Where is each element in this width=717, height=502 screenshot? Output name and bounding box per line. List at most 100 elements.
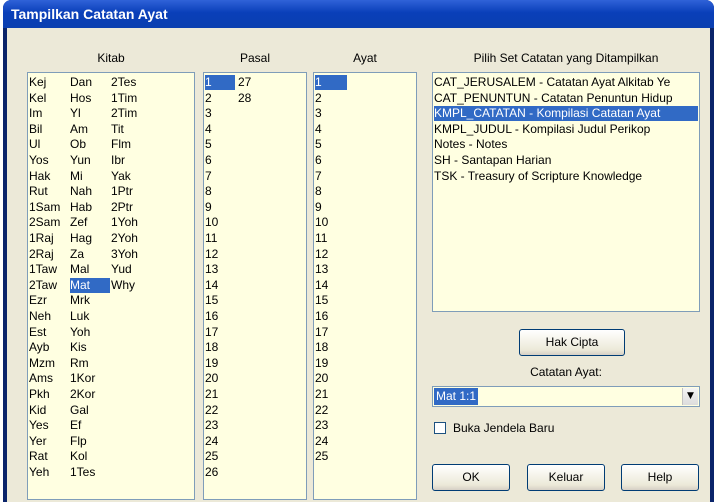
pasal-item[interactable]: 19 bbox=[205, 356, 235, 371]
ayat-item[interactable]: 24 bbox=[315, 434, 347, 449]
kitab-item[interactable]: Zef bbox=[70, 215, 110, 230]
help-button[interactable]: Help bbox=[621, 464, 699, 491]
catatan-set-item[interactable]: KMPL_JUDUL - Kompilasi Judul Perikop bbox=[434, 122, 698, 137]
pasal-item[interactable]: 18 bbox=[205, 340, 235, 355]
kitab-item[interactable]: Yes bbox=[29, 418, 68, 433]
catatan-set-list[interactable]: CAT_JERUSALEM - Catatan Ayat Alkitab Ye C… bbox=[432, 72, 700, 312]
ayat-item[interactable]: 14 bbox=[315, 278, 347, 293]
ayat-item[interactable]: 12 bbox=[315, 247, 347, 262]
catatan-set-item[interactable]: SH - Santapan Harian bbox=[434, 153, 698, 168]
kitab-item[interactable]: Hag bbox=[70, 231, 110, 246]
kitab-item[interactable]: Kej bbox=[29, 75, 68, 90]
ayat-item[interactable]: 6 bbox=[315, 153, 347, 168]
kitab-item[interactable]: 1Yoh bbox=[111, 215, 151, 230]
ayat-item[interactable]: 2 bbox=[315, 91, 347, 106]
kitab-item[interactable]: 2Tim bbox=[111, 106, 151, 121]
ayat-item[interactable]: 9 bbox=[315, 200, 347, 215]
buka-jendela-checkbox[interactable] bbox=[434, 422, 446, 434]
kitab-item[interactable]: Hos bbox=[70, 91, 110, 106]
kitab-item[interactable]: 2Taw bbox=[29, 278, 68, 293]
ok-button[interactable]: OK bbox=[432, 464, 510, 491]
pasal-list[interactable]: 1 2 3 4 5 6 7 8 9 10 11 12 13 14 15 16 17 18 19 20 21 22 23 24 2… bbox=[203, 72, 307, 500]
pasal-item[interactable]: 5 bbox=[205, 137, 235, 152]
pasal-item[interactable]: 24 bbox=[205, 434, 235, 449]
pasal-item[interactable]: 27 bbox=[238, 75, 268, 90]
pasal-item[interactable]: 1 bbox=[205, 75, 235, 90]
kitab-item[interactable]: Za bbox=[70, 247, 110, 262]
catatan-set-item[interactable]: CAT_PENUNTUN - Catatan Penuntun Hidup bbox=[434, 91, 698, 106]
kitab-item[interactable]: Yoh bbox=[70, 325, 110, 340]
pasal-item[interactable]: 6 bbox=[205, 153, 235, 168]
pasal-item[interactable]: 16 bbox=[205, 309, 235, 324]
ayat-item[interactable]: 10 bbox=[315, 215, 347, 230]
kitab-item[interactable]: Nah bbox=[70, 184, 110, 199]
pasal-item[interactable]: 10 bbox=[205, 215, 235, 230]
pasal-item[interactable]: 21 bbox=[205, 387, 235, 402]
kitab-item[interactable]: 1Tim bbox=[111, 91, 151, 106]
kitab-item[interactable]: 1Ptr bbox=[111, 184, 151, 199]
ayat-item[interactable]: 1 bbox=[315, 75, 347, 90]
kitab-item[interactable]: Yeh bbox=[29, 465, 68, 480]
kitab-item[interactable]: 2Kor bbox=[70, 387, 110, 402]
kitab-item[interactable]: Tit bbox=[111, 122, 151, 137]
ayat-item[interactable]: 25 bbox=[315, 449, 347, 464]
kitab-item[interactable]: Yl bbox=[70, 106, 110, 121]
kitab-item[interactable]: Hab bbox=[70, 200, 110, 215]
kitab-item[interactable]: Neh bbox=[29, 309, 68, 324]
kitab-item[interactable]: 2Tes bbox=[111, 75, 151, 90]
kitab-item[interactable]: Im bbox=[29, 106, 68, 121]
kitab-item[interactable]: Rut bbox=[29, 184, 68, 199]
kitab-item[interactable]: Mat bbox=[70, 277, 110, 293]
kitab-item[interactable]: Est bbox=[29, 325, 68, 340]
kitab-item[interactable]: Ayb bbox=[29, 340, 68, 355]
pasal-item[interactable]: 8 bbox=[205, 184, 235, 199]
kitab-item[interactable]: 2Raj bbox=[29, 247, 68, 262]
kitab-item[interactable]: 1Taw bbox=[29, 262, 68, 277]
kitab-item[interactable]: Kid bbox=[29, 403, 68, 418]
kitab-item[interactable]: Gal bbox=[70, 403, 110, 418]
kitab-item[interactable]: Rat bbox=[29, 449, 68, 464]
kitab-item[interactable]: Ezr bbox=[29, 293, 68, 308]
kitab-item[interactable]: Yos bbox=[29, 153, 68, 168]
pasal-item[interactable]: 13 bbox=[205, 262, 235, 277]
pasal-item[interactable]: 25 bbox=[205, 449, 235, 464]
kitab-item[interactable]: Luk bbox=[70, 309, 110, 324]
ayat-item[interactable]: 18 bbox=[315, 340, 347, 355]
kitab-item[interactable]: 1Kor bbox=[70, 371, 110, 386]
pasal-item[interactable]: 15 bbox=[205, 293, 235, 308]
kitab-item[interactable]: 1Tes bbox=[70, 465, 110, 480]
ayat-item[interactable]: 7 bbox=[315, 169, 347, 184]
ayat-item[interactable]: 20 bbox=[315, 371, 347, 386]
kitab-item[interactable]: Mal bbox=[70, 262, 110, 277]
kitab-item[interactable]: Kol bbox=[70, 449, 110, 464]
pasal-item[interactable]: 20 bbox=[205, 371, 235, 386]
ayat-item[interactable]: 3 bbox=[315, 106, 347, 121]
catatan-set-item[interactable]: CAT_JERUSALEM - Catatan Ayat Alkitab Ye bbox=[434, 75, 698, 90]
catatan-set-item[interactable]: TSK - Treasury of Scripture Knowledge bbox=[434, 169, 698, 184]
ayat-list[interactable]: 1 2 3 4 5 6 7 8 9 10 11 12 13 14 15 16 17 18 19 20 21 22 23 24 2… bbox=[313, 72, 417, 500]
kitab-item[interactable]: Hak bbox=[29, 169, 68, 184]
kitab-item[interactable]: Ibr bbox=[111, 153, 151, 168]
pasal-item[interactable]: 11 bbox=[205, 231, 235, 246]
kitab-item[interactable]: 3Yoh bbox=[111, 247, 151, 262]
pasal-item[interactable]: 26 bbox=[205, 465, 235, 480]
ayat-item[interactable]: 22 bbox=[315, 403, 347, 418]
ayat-item[interactable]: 23 bbox=[315, 418, 347, 433]
kitab-list[interactable]: Kej Kel Im Bil Ul Yos Hak Rut 1Sam 2Sam 1Raj 2Raj 1T… bbox=[27, 72, 195, 500]
pasal-item[interactable]: 4 bbox=[205, 122, 235, 137]
kitab-item[interactable]: Dan bbox=[70, 75, 110, 90]
pasal-item[interactable]: 14 bbox=[205, 278, 235, 293]
kitab-item[interactable]: Yak bbox=[111, 169, 151, 184]
kitab-item[interactable]: Yun bbox=[70, 153, 110, 168]
ayat-item[interactable]: 13 bbox=[315, 262, 347, 277]
kitab-item[interactable]: 2Sam bbox=[29, 215, 68, 230]
kitab-item[interactable]: Yud bbox=[111, 262, 151, 277]
kitab-item[interactable]: Rm bbox=[70, 356, 110, 371]
kitab-item[interactable]: Mi bbox=[70, 169, 110, 184]
kitab-item[interactable]: Mzm bbox=[29, 356, 68, 371]
kitab-item[interactable]: Ef bbox=[70, 418, 110, 433]
ayat-item[interactable]: 17 bbox=[315, 325, 347, 340]
kitab-item[interactable]: Ob bbox=[70, 137, 110, 152]
kitab-item[interactable]: 1Sam bbox=[29, 200, 68, 215]
pasal-item[interactable]: 17 bbox=[205, 325, 235, 340]
